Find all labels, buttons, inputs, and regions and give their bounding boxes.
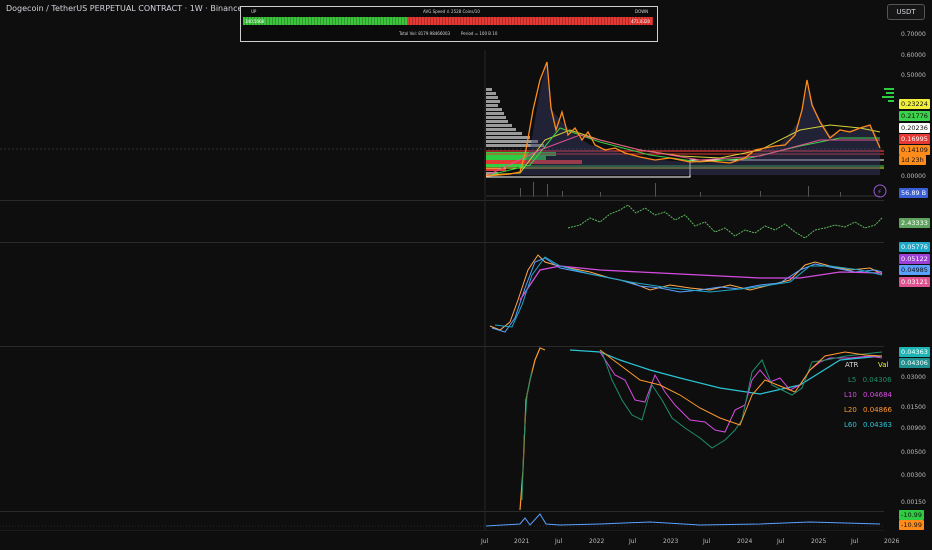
time-axis-label: 2021 xyxy=(514,538,530,545)
price-axis-label: 0.60000 xyxy=(901,52,926,59)
pane4-tag-1: 0.04363 xyxy=(899,347,930,357)
legend-l5-name: L5 xyxy=(848,376,857,384)
atr-axis-label: 0.03000 xyxy=(901,374,926,381)
atr-label: ATR xyxy=(845,361,859,369)
time-axis-label: Jul xyxy=(629,538,637,545)
countdown-tag: 1d 23h xyxy=(899,155,926,165)
legend-l10: L10 0.04684 xyxy=(844,391,892,399)
legend-l10-name: L10 xyxy=(844,391,857,399)
atr-axis-label: 0.00500 xyxy=(901,449,926,456)
price-tag-4: 0.16995 xyxy=(899,134,930,144)
pane3-tag-4: 0.03121 xyxy=(899,277,930,287)
time-axis-label: Jul xyxy=(703,538,711,545)
time-axis-label: Jul xyxy=(481,538,489,545)
time-axis-label: 2023 xyxy=(663,538,679,545)
pane3-tag-3: 0.04985 xyxy=(899,265,930,275)
legend-l20-value: 0.04866 xyxy=(863,406,892,414)
price-tag-2: 0.21776 xyxy=(899,111,930,121)
legend-l20: L20 0.04866 xyxy=(844,406,892,414)
volume-tag: 56.89 B xyxy=(899,188,929,198)
time-axis-label: 2026 xyxy=(884,538,900,545)
price-tag-1: 0.23224 xyxy=(899,99,930,109)
time-axis-label: 2024 xyxy=(737,538,753,545)
time-axis-label: 2025 xyxy=(811,538,827,545)
time-axis-label: Jul xyxy=(777,538,785,545)
legend-l5: L5 0.04306 xyxy=(848,376,892,384)
atr-axis-label: 0.01500 xyxy=(901,404,926,411)
legend-l60-name: L60 xyxy=(844,421,857,429)
atr-axis-label: 0.00900 xyxy=(901,425,926,432)
price-tag-3: 0.20236 xyxy=(899,123,930,133)
price-axis-label: 0.00000 xyxy=(901,173,926,180)
pane2-value-tag: 2.43333 xyxy=(899,218,930,228)
svg-text:⚡: ⚡ xyxy=(877,188,882,196)
pane3-tag-2: 0.05122 xyxy=(899,254,930,264)
val-label: Val xyxy=(878,361,889,369)
price-axis-label: 0.70000 xyxy=(901,31,926,38)
chart-canvas[interactable]: ⚡ xyxy=(0,0,932,550)
time-axis-label: Jul xyxy=(851,538,859,545)
time-axis-label: 2022 xyxy=(589,538,605,545)
atr-axis-label: 0.00150 xyxy=(901,499,926,506)
legend-l60: L60 0.04363 xyxy=(844,421,892,429)
legend-l10-value: 0.04684 xyxy=(863,391,892,399)
pane3-tag-1: 0.05776 xyxy=(899,242,930,252)
volume-bars xyxy=(486,182,880,197)
legend-l20-name: L20 xyxy=(844,406,857,414)
price-tag-5: 0.14109 xyxy=(899,145,930,155)
price-axis-label: 0.50000 xyxy=(901,72,926,79)
atr-axis-label: 0.00300 xyxy=(901,472,926,479)
right-volume-profile xyxy=(882,88,894,102)
pane5-tag-1: -10.99 xyxy=(899,510,924,520)
legend-l5-value: 0.04306 xyxy=(862,376,892,384)
legend-l60-value: 0.04363 xyxy=(863,421,892,429)
time-axis-label: Jul xyxy=(555,538,563,545)
pane5-tag-2: -10.99 xyxy=(899,520,924,530)
pane4-tag-2: 0.04306 xyxy=(899,358,930,368)
